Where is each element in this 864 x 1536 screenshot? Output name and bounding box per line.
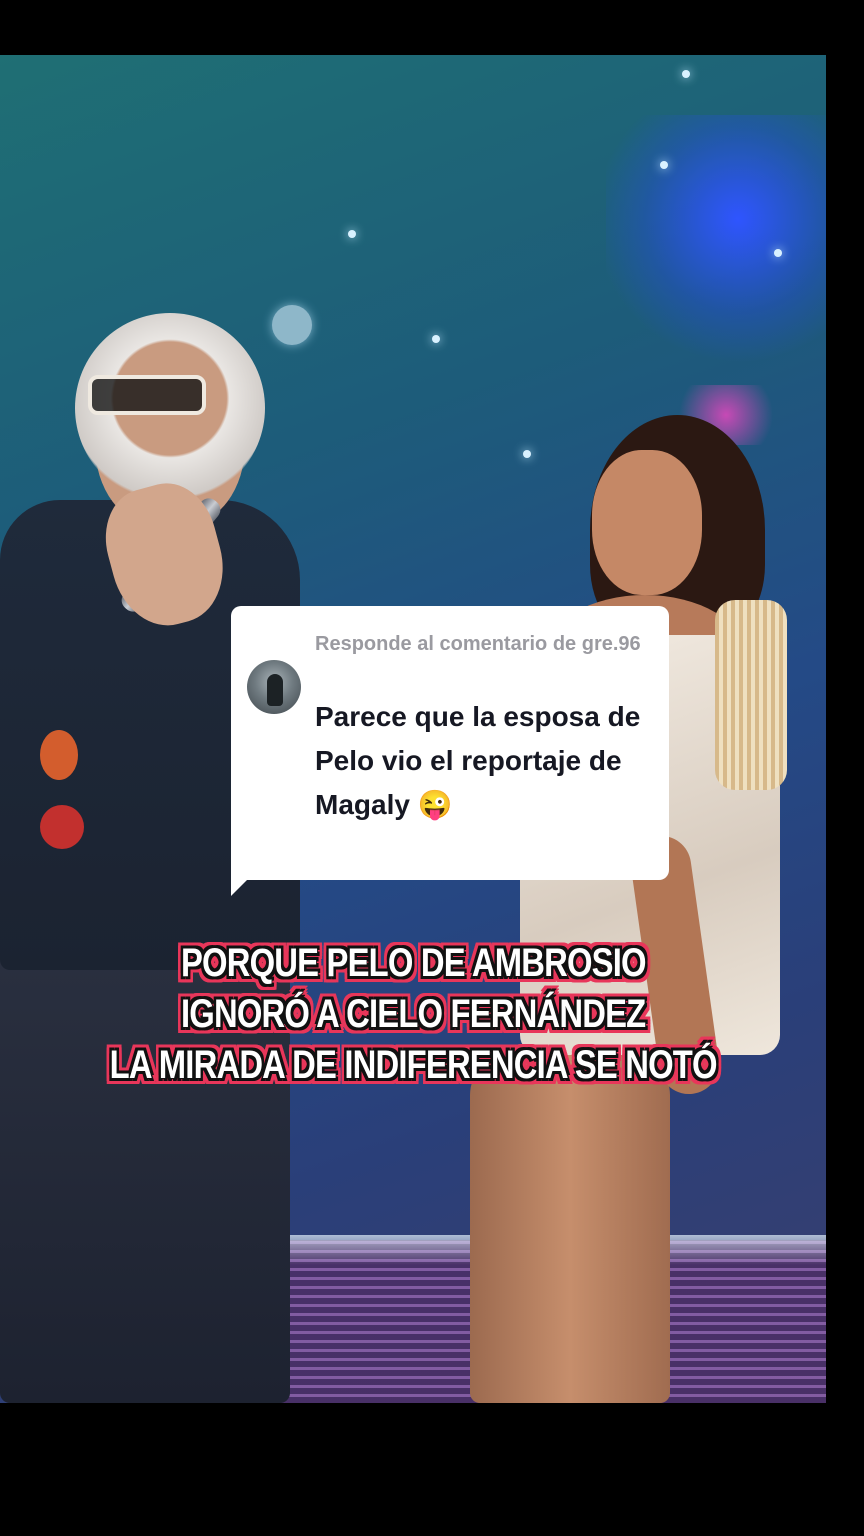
commenter-avatar[interactable]: [247, 660, 301, 714]
dress-fringe: [715, 600, 787, 790]
woman-face: [592, 450, 702, 595]
sunglasses: [88, 375, 206, 415]
star-light: [660, 161, 668, 169]
star-light: [272, 305, 312, 345]
woman-legs: [470, 1055, 670, 1403]
star-light: [432, 335, 440, 343]
reply-card-tail: [231, 870, 257, 896]
avatar-figure-icon: [267, 674, 283, 706]
jacket-patch: [40, 805, 84, 849]
star-light: [348, 230, 356, 238]
caption-overlay: PORQUE PELO DE AMBROSIO IGNORÓ A CIELO F…: [0, 938, 826, 1091]
star-light: [523, 450, 531, 458]
star-light: [774, 249, 782, 257]
reply-header[interactable]: Responde al comentario de gre.96: [315, 630, 645, 659]
jacket-patch: [40, 730, 78, 780]
star-light: [682, 70, 690, 78]
reply-comment-text: Parece que la esposa de Pelo vio el repo…: [315, 701, 641, 820]
caption-line-3: LA MIRADA DE INDIFERENCIA SE NOTÓ: [109, 1042, 719, 1088]
stage-light-haze: [606, 115, 826, 375]
caption-line-2: IGNORÓ A CIELO FERNÁNDEZ: [180, 991, 647, 1037]
caption-line-1: PORQUE PELO DE AMBROSIO: [180, 940, 647, 986]
